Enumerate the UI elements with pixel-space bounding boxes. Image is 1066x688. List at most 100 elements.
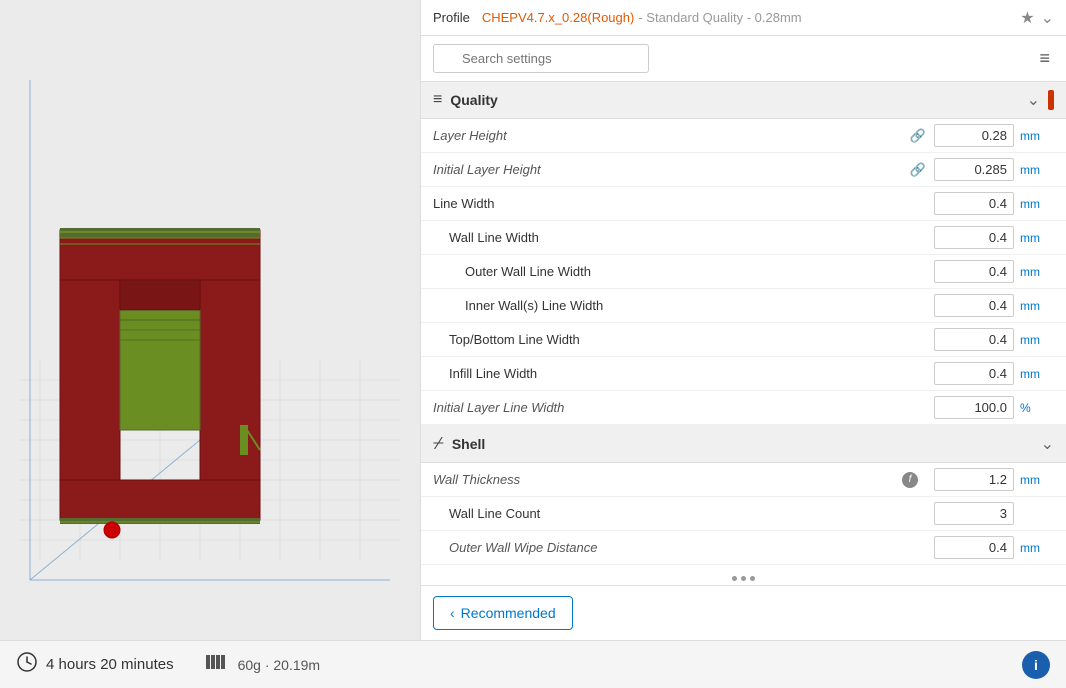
wall-line-width-unit: mm xyxy=(1020,231,1045,245)
table-row: Infill Line Width mm xyxy=(421,357,1066,391)
link-icon[interactable]: 🔗 xyxy=(910,162,926,178)
table-row: Outer Wall Line Width mm xyxy=(421,255,1066,289)
link-icon[interactable]: 🔗 xyxy=(910,128,926,144)
inner-wall-line-width-input[interactable] xyxy=(934,294,1014,317)
menu-button[interactable]: ≡ xyxy=(1035,44,1054,73)
wall-line-count-input[interactable] xyxy=(934,502,1014,525)
profile-actions: ★ ⌄ xyxy=(1020,8,1054,28)
table-row: Layer Height 🔗 mm xyxy=(421,119,1066,153)
setting-value-wrapper: mm xyxy=(934,294,1054,317)
setting-name: Layer Height xyxy=(433,128,910,143)
profile-quality: - Standard Quality - 0.28mm xyxy=(638,10,801,25)
material-text: 60g · 20.19m xyxy=(238,657,321,673)
profile-value[interactable]: CHEPV4.7.x_0.28(Rough) xyxy=(482,10,634,25)
setting-value-wrapper: % xyxy=(934,396,1054,419)
profile-label: Profile xyxy=(433,10,470,25)
setting-name: Infill Line Width xyxy=(433,366,934,381)
info-button[interactable]: i xyxy=(1022,651,1050,679)
setting-name: Wall Thickness xyxy=(433,472,902,487)
setting-name: Outer Wall Line Width xyxy=(433,264,934,279)
table-row: Wall Line Width mm xyxy=(421,221,1066,255)
status-material: 60g · 20.19m xyxy=(206,653,321,676)
setting-value-wrapper: mm xyxy=(934,536,1054,559)
infill-line-width-input[interactable] xyxy=(934,362,1014,385)
setting-name: Line Width xyxy=(433,196,934,211)
shell-title: Shell xyxy=(452,436,1041,452)
table-row: Initial Layer Height 🔗 mm xyxy=(421,153,1066,187)
table-row: Wall Line Count xyxy=(421,497,1066,531)
setting-name: Initial Layer Height xyxy=(433,162,910,177)
setting-value-wrapper: mm xyxy=(934,226,1054,249)
layer-height-input[interactable] xyxy=(934,124,1014,147)
initial-layer-height-input[interactable] xyxy=(934,158,1014,181)
line-width-unit: mm xyxy=(1020,197,1045,211)
viewport-3d xyxy=(0,0,420,640)
table-row: Initial Layer Line Width % xyxy=(421,391,1066,425)
search-bar-row: 🔍 ≡ xyxy=(421,36,1066,82)
initial-layer-height-unit: mm xyxy=(1020,163,1045,177)
wall-line-width-input[interactable] xyxy=(934,226,1014,249)
setting-value-wrapper: mm xyxy=(934,124,1054,147)
outer-wall-line-width-unit: mm xyxy=(1020,265,1045,279)
setting-value-wrapper: mm xyxy=(934,362,1054,385)
shell-icon: ⌿ xyxy=(433,433,444,454)
setting-name: Outer Wall Wipe Distance xyxy=(433,540,934,555)
time-text: 4 hours 20 minutes xyxy=(46,656,174,673)
shell-chevron: ⌄ xyxy=(1041,434,1054,454)
dots-row xyxy=(421,572,1066,585)
quality-color-bar xyxy=(1048,90,1054,110)
layer-height-unit: mm xyxy=(1020,129,1045,143)
search-input[interactable] xyxy=(433,44,649,73)
initial-layer-line-width-unit: % xyxy=(1020,401,1045,415)
outer-wall-wipe-input[interactable] xyxy=(934,536,1014,559)
setting-value-wrapper xyxy=(934,502,1054,525)
table-row: Wall Thickness f mm xyxy=(421,463,1066,497)
initial-layer-line-width-input[interactable] xyxy=(934,396,1014,419)
top-bottom-line-width-unit: mm xyxy=(1020,333,1045,347)
clock-icon xyxy=(16,651,38,678)
line-width-input[interactable] xyxy=(934,192,1014,215)
setting-value-wrapper: mm xyxy=(934,158,1054,181)
setting-name: Top/Bottom Line Width xyxy=(433,332,934,347)
setting-value-wrapper: mm xyxy=(934,260,1054,283)
settings-panel: Profile CHEPV4.7.x_0.28(Rough) - Standar… xyxy=(420,0,1066,640)
quality-chevron: ⌄ xyxy=(1027,90,1040,110)
top-bottom-line-width-input[interactable] xyxy=(934,328,1014,351)
table-row: Top/Bottom Line Width mm xyxy=(421,323,1066,357)
recommended-label: Recommended xyxy=(461,605,556,621)
setting-name: Wall Line Count xyxy=(433,506,934,521)
dot xyxy=(750,576,755,581)
table-row: Outer Wall Wipe Distance mm xyxy=(421,531,1066,565)
material-icon xyxy=(206,653,230,676)
setting-value-wrapper: mm xyxy=(934,192,1054,215)
function-icon[interactable]: f xyxy=(902,472,918,488)
star-icon[interactable]: ★ xyxy=(1020,8,1034,28)
profile-row: Profile CHEPV4.7.x_0.28(Rough) - Standar… xyxy=(421,0,1066,36)
setting-name: Inner Wall(s) Line Width xyxy=(433,298,934,313)
infill-line-width-unit: mm xyxy=(1020,367,1045,381)
setting-name: Wall Line Width xyxy=(433,230,934,245)
status-bar: 4 hours 20 minutes 60g · 20.19m i xyxy=(0,640,1066,688)
setting-value-wrapper: mm xyxy=(934,468,1054,491)
quality-icon: ≡ xyxy=(433,91,442,109)
setting-value-wrapper: mm xyxy=(934,328,1054,351)
wall-thickness-unit: mm xyxy=(1020,473,1045,487)
quality-section-header[interactable]: ≡ Quality ⌄ xyxy=(421,82,1066,119)
dot xyxy=(732,576,737,581)
table-row: Inner Wall(s) Line Width mm xyxy=(421,289,1066,323)
recommended-button[interactable]: ‹ Recommended xyxy=(433,596,573,630)
setting-name: Initial Layer Line Width xyxy=(433,400,934,415)
status-time: 4 hours 20 minutes xyxy=(16,651,174,678)
outer-wall-wipe-unit: mm xyxy=(1020,541,1045,555)
search-wrapper: 🔍 xyxy=(433,44,1027,73)
chevron-down-icon[interactable]: ⌄ xyxy=(1041,8,1054,28)
shell-section-header[interactable]: ⌿ Shell ⌄ xyxy=(421,425,1066,463)
chevron-left-icon: ‹ xyxy=(450,605,455,621)
wall-thickness-input[interactable] xyxy=(934,468,1014,491)
settings-list: ≡ Quality ⌄ Layer Height 🔗 mm Initial La… xyxy=(421,82,1066,572)
outer-wall-line-width-input[interactable] xyxy=(934,260,1014,283)
bottom-bar: ‹ Recommended xyxy=(421,585,1066,640)
dot xyxy=(741,576,746,581)
table-row: Line Width mm xyxy=(421,187,1066,221)
inner-wall-line-width-unit: mm xyxy=(1020,299,1045,313)
